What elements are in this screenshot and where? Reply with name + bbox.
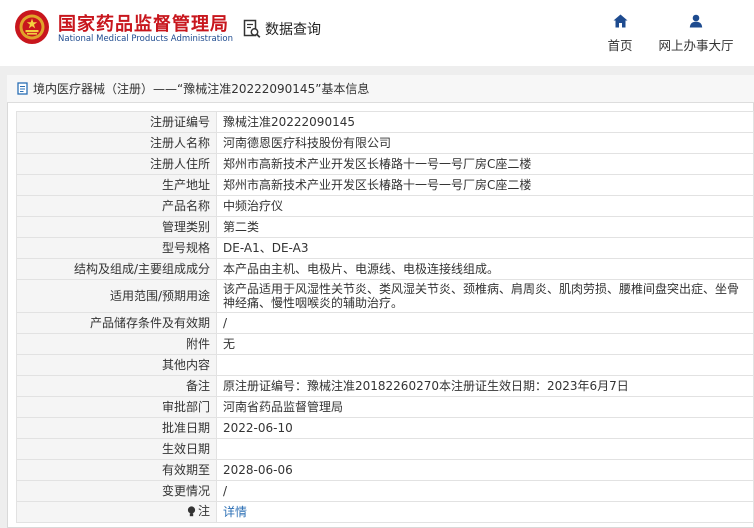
data-query-label: 数据查询: [265, 22, 321, 38]
field-label: 结构及组成/主要组成成分: [16, 258, 217, 280]
field-label: 产品储存条件及有效期: [16, 312, 217, 334]
field-label: 注册人名称: [16, 132, 217, 154]
field-value: 2028-06-06: [216, 459, 754, 481]
data-query-link[interactable]: 数据查询: [243, 18, 321, 40]
field-value: 河南德恩医疗科技股份有限公司: [216, 132, 754, 154]
field-label: 批准日期: [16, 417, 217, 439]
note-value: 详情: [216, 501, 754, 523]
field-label: 其他内容: [16, 354, 217, 376]
table-row: 注册人住所 郑州市高新技术产业开发区长椿路十一号一号厂房C座二楼: [16, 153, 754, 175]
note-label-cell: 注: [16, 501, 217, 523]
table-row: 注册证编号 豫械注准20222090145: [16, 111, 754, 133]
site-name[interactable]: 国家药品监督管理局: [58, 10, 229, 36]
field-label: 生效日期: [16, 438, 217, 460]
field-value: /: [216, 480, 754, 502]
nav-online-service-hall-label: 网上办事大厅: [658, 38, 734, 53]
nav-online-service-hall[interactable]: 网上办事大厅: [656, 13, 736, 54]
table-row: 注册人名称 河南德恩医疗科技股份有限公司: [16, 132, 754, 154]
device-info-table: 注册证编号 豫械注准20222090145 注册人名称 河南德恩医疗科技股份有限…: [16, 111, 754, 523]
field-label: 注册人住所: [16, 153, 217, 175]
field-value: /: [216, 312, 754, 334]
table-row: 注 详情: [16, 501, 754, 523]
table-row: 有效期至 2028-06-06: [16, 459, 754, 481]
user-icon: [689, 14, 703, 28]
table-row: 附件 无: [16, 333, 754, 355]
field-label: 型号规格: [16, 237, 217, 259]
field-label: 备注: [16, 375, 217, 397]
table-row: 生效日期: [16, 438, 754, 460]
table-row: 批准日期 2022-06-10: [16, 417, 754, 439]
document-search-icon: [243, 19, 261, 38]
field-value: 无: [216, 333, 754, 355]
field-label: 适用范围/预期用途: [16, 279, 217, 313]
field-value: 2022-06-10: [216, 417, 754, 439]
breadcrumb: 境内医疗器械（注册）——“豫械注准20222090145”基本信息: [7, 75, 754, 103]
table-row: 适用范围/预期用途 该产品适用于风湿性关节炎、类风湿关节炎、颈椎病、肩周炎、肌肉…: [16, 279, 754, 313]
lightbulb-icon: [187, 506, 196, 516]
field-value: [216, 438, 754, 460]
note-label: 注: [197, 504, 210, 519]
table-row: 结构及组成/主要组成成分 本产品由主机、电极片、电源线、电极连接线组成。: [16, 258, 754, 280]
field-label: 附件: [16, 333, 217, 355]
field-value: 该产品适用于风湿性关节炎、类风湿关节炎、颈椎病、肩周炎、肌肉劳损、腰椎间盘突出症…: [216, 279, 754, 313]
table-row: 其他内容: [16, 354, 754, 376]
home-icon: [613, 14, 627, 28]
field-value: 郑州市高新技术产业开发区长椿路十一号一号厂房C座二楼: [216, 174, 754, 196]
field-label: 审批部门: [16, 396, 217, 418]
field-value: 郑州市高新技术产业开发区长椿路十一号一号厂房C座二楼: [216, 153, 754, 175]
field-value: 第二类: [216, 216, 754, 238]
table-row: 审批部门 河南省药品监督管理局: [16, 396, 754, 418]
site-name-en: National Medical Products Administration: [58, 34, 233, 44]
field-value: DE-A1、DE-A3: [216, 237, 754, 259]
national-emblem-icon: [15, 10, 49, 44]
table-row: 生产地址 郑州市高新技术产业开发区长椿路十一号一号厂房C座二楼: [16, 174, 754, 196]
table-row: 型号规格 DE-A1、DE-A3: [16, 237, 754, 259]
table-row: 产品储存条件及有效期 /: [16, 312, 754, 334]
site-header: 国家药品监督管理局 National Medical Products Admi…: [0, 0, 754, 62]
field-value: 原注册证编号：豫械注准20182260270本注册证生效日期：2023年6月7日: [216, 375, 754, 397]
table-row: 产品名称 中频治疗仪: [16, 195, 754, 217]
field-label: 产品名称: [16, 195, 217, 217]
field-label: 生产地址: [16, 174, 217, 196]
field-label: 管理类别: [16, 216, 217, 238]
field-label: 变更情况: [16, 480, 217, 502]
document-icon: [17, 82, 28, 95]
field-label: 注册证编号: [16, 111, 217, 133]
breadcrumb-text: 境内医疗器械（注册）——“豫械注准20222090145”基本信息: [33, 82, 370, 96]
field-label: 有效期至: [16, 459, 217, 481]
nav-home-label: 首页: [607, 38, 633, 53]
field-value: [216, 354, 754, 376]
table-row: 变更情况 /: [16, 480, 754, 502]
field-value: 豫械注准20222090145: [216, 111, 754, 133]
field-value: 河南省药品监督管理局: [216, 396, 754, 418]
nav-home[interactable]: 首页: [603, 13, 637, 54]
details-link[interactable]: 详情: [223, 505, 247, 519]
field-value: 本产品由主机、电极片、电源线、电极连接线组成。: [216, 258, 754, 280]
field-value: 中频治疗仪: [216, 195, 754, 217]
table-row: 备注 原注册证编号：豫械注准20182260270本注册证生效日期：2023年6…: [16, 375, 754, 397]
table-row: 管理类别 第二类: [16, 216, 754, 238]
